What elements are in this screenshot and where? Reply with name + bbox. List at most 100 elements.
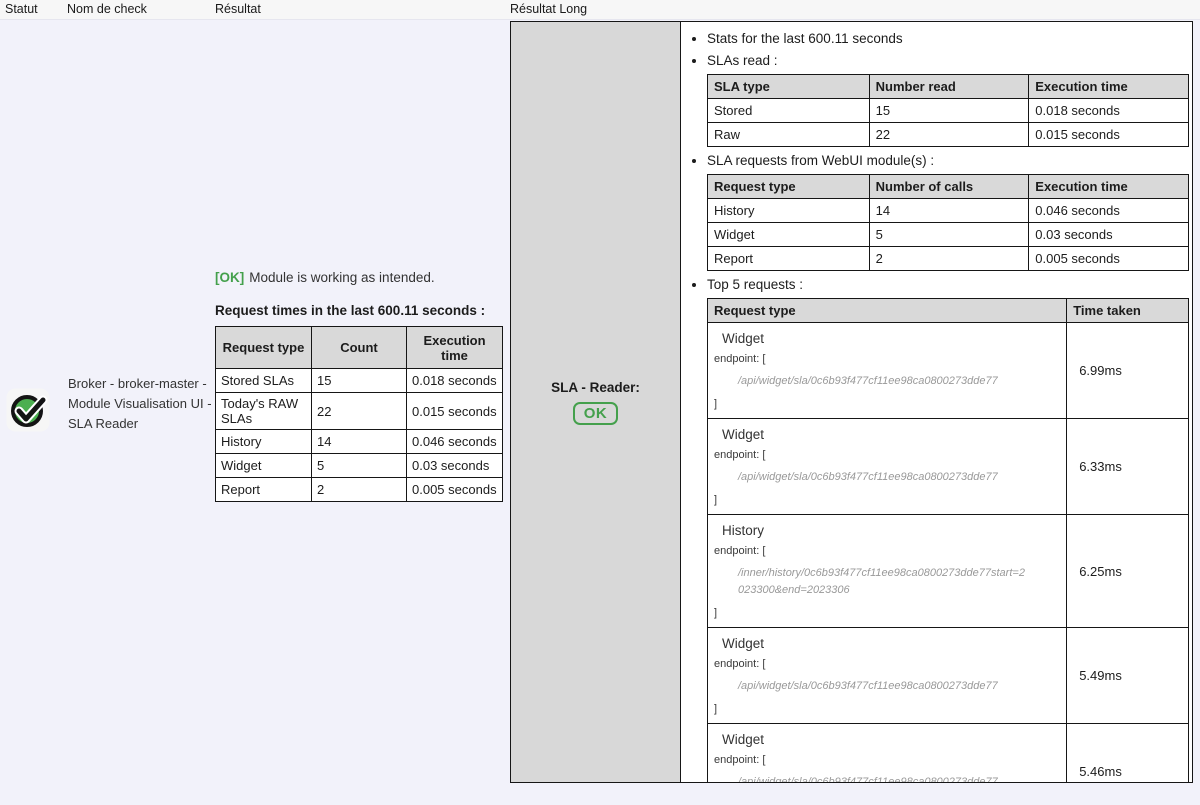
- time-taken-cell: 5.49ms: [1067, 628, 1189, 724]
- result-long-column: SLA - Reader: OK Stats for the last 600.…: [510, 21, 1193, 783]
- table-cell: 2: [312, 478, 407, 502]
- endpoint-path: /api/widget/sla/0c6b93f477cf11ee98ca0800…: [738, 678, 1030, 695]
- endpoint-label: endpoint: [: [714, 657, 1066, 671]
- endpoint-path: /inner/history/0c6b93f477cf11ee98ca08002…: [738, 565, 1030, 599]
- endpoint-label: endpoint: [: [714, 544, 1066, 558]
- status-badge: [OK]: [215, 270, 244, 285]
- check-name: Broker - broker-master - Module Visualis…: [68, 374, 214, 434]
- table-header-cell: Request type: [708, 299, 1067, 323]
- table-row: Report 2 0.005 seconds: [216, 478, 503, 502]
- table-cell: History: [708, 199, 870, 223]
- table-cell: 5: [869, 223, 1029, 247]
- table-cell: 2: [869, 247, 1029, 271]
- ok-status-badge: OK: [573, 402, 619, 425]
- table-header-cell: Request type: [216, 327, 312, 369]
- table-cell: 0.005 seconds: [407, 478, 503, 502]
- top5-requests-table: Request type Time taken Widget endpoint:…: [707, 298, 1189, 782]
- table-cell: 14: [312, 430, 407, 454]
- table-cell: Report: [708, 247, 870, 271]
- table-cell: 0.018 seconds: [407, 369, 503, 393]
- endpoint-path: /api/widget/sla/0c6b93f477cf11ee98ca0800…: [738, 774, 1030, 782]
- column-header-statut[interactable]: Statut: [5, 2, 38, 16]
- table-header-cell: Execution time: [1029, 75, 1189, 99]
- table-header-cell: Execution time: [407, 327, 503, 369]
- table-cell: 5: [312, 454, 407, 478]
- request-type: History: [722, 522, 1066, 539]
- table-header-row: SLA type Number read Execution time: [708, 75, 1189, 99]
- table-cell: 0.03 seconds: [1029, 223, 1189, 247]
- table-cell: History: [216, 430, 312, 454]
- column-header-resultat[interactable]: Résultat: [215, 2, 261, 16]
- time-taken-cell: 5.46ms: [1067, 724, 1189, 783]
- table-row: Stored 15 0.018 seconds: [708, 99, 1189, 123]
- endpoint-label: endpoint: [: [714, 753, 1066, 767]
- table-cell: Stored: [708, 99, 870, 123]
- table-row: Stored SLAs 15 0.018 seconds: [216, 369, 503, 393]
- table-header-row: Request type Time taken: [708, 299, 1189, 323]
- endpoint-path: /api/widget/sla/0c6b93f477cf11ee98ca0800…: [738, 469, 1030, 486]
- endpoint-label: endpoint: [: [714, 352, 1066, 366]
- endpoint-path: /api/widget/sla/0c6b93f477cf11ee98ca0800…: [738, 373, 1030, 390]
- endpoint-bracket-close: ]: [714, 397, 1066, 411]
- table-cell: 15: [312, 369, 407, 393]
- table-row: Report 2 0.005 seconds: [708, 247, 1189, 271]
- request-cell: Widget endpoint: [ /api/widget/sla/0c6b9…: [708, 323, 1067, 419]
- result-column: [OK]Module is working as intended. Reque…: [215, 270, 507, 502]
- result-summary: [OK]Module is working as intended.: [215, 270, 507, 285]
- table-header-row: Request type Count Execution time: [216, 327, 503, 369]
- top5-label: Top 5 requests :: [707, 277, 803, 292]
- monitoring-check-page: Statut Nom de check Résultat Résultat Lo…: [0, 0, 1200, 805]
- endpoint-label: endpoint: [: [714, 448, 1066, 462]
- list-item: Stats for the last 600.11 seconds: [707, 29, 1190, 48]
- sla-reader-title: SLA - Reader:: [551, 380, 640, 395]
- table-row: History endpoint: [ /inner/history/0c6b9…: [708, 515, 1189, 628]
- table-row: Widget endpoint: [ /api/widget/sla/0c6b9…: [708, 419, 1189, 515]
- table-cell: 0.03 seconds: [407, 454, 503, 478]
- table-cell: Raw: [708, 123, 870, 147]
- column-header-resultat-long[interactable]: Résultat Long: [510, 2, 587, 16]
- result-long-list: Stats for the last 600.11 seconds SLAs r…: [681, 29, 1190, 782]
- table-cell: 15: [869, 99, 1029, 123]
- result-long-content: Stats for the last 600.11 seconds SLAs r…: [681, 22, 1192, 782]
- table-row: History 14 0.046 seconds: [216, 430, 503, 454]
- table-cell: Widget: [708, 223, 870, 247]
- table-cell: 0.018 seconds: [1029, 99, 1189, 123]
- table-header-cell: SLA type: [708, 75, 870, 99]
- table-header-row: Request type Number of calls Execution t…: [708, 175, 1189, 199]
- webui-requests-label: SLA requests from WebUI module(s) :: [707, 153, 934, 168]
- table-row: Raw 22 0.015 seconds: [708, 123, 1189, 147]
- table-cell: Stored SLAs: [216, 369, 312, 393]
- table-cell: 22: [869, 123, 1029, 147]
- table-cell: 0.015 seconds: [407, 393, 503, 430]
- table-header-cell: Number read: [869, 75, 1029, 99]
- table-cell: 0.046 seconds: [407, 430, 503, 454]
- table-cell: 0.015 seconds: [1029, 123, 1189, 147]
- request-type: Widget: [722, 426, 1066, 443]
- request-cell: Widget endpoint: [ /api/widget/sla/0c6b9…: [708, 419, 1067, 515]
- table-cell: 0.005 seconds: [1029, 247, 1189, 271]
- request-times-table: Request type Count Execution time Stored…: [215, 326, 503, 502]
- request-type: Widget: [722, 330, 1066, 347]
- list-item: Top 5 requests : Request type Time taken: [707, 275, 1190, 782]
- time-taken-cell: 6.33ms: [1067, 419, 1189, 515]
- request-times-title: Request times in the last 600.11 seconds…: [215, 303, 507, 318]
- endpoint-bracket-close: ]: [714, 493, 1066, 507]
- stats-line: Stats for the last 600.11 seconds: [707, 31, 903, 46]
- time-taken-cell: 6.25ms: [1067, 515, 1189, 628]
- time-taken-cell: 6.99ms: [1067, 323, 1189, 419]
- table-header-cell: Count: [312, 327, 407, 369]
- status-cell: [6, 388, 50, 432]
- table-cell: 22: [312, 393, 407, 430]
- list-item: SLA requests from WebUI module(s) : Requ…: [707, 151, 1190, 271]
- sla-reader-panel: SLA - Reader: OK: [511, 22, 681, 782]
- ok-check-icon: [6, 419, 50, 436]
- table-cell: 0.046 seconds: [1029, 199, 1189, 223]
- column-header-nom-de-check[interactable]: Nom de check: [67, 2, 147, 16]
- table-row: Widget 5 0.03 seconds: [708, 223, 1189, 247]
- endpoint-bracket-close: ]: [714, 702, 1066, 716]
- slas-read-label: SLAs read :: [707, 53, 778, 68]
- table-header-cell: Execution time: [1029, 175, 1189, 199]
- table-cell: Report: [216, 478, 312, 502]
- list-item: SLAs read : SLA type Number read Executi…: [707, 51, 1190, 147]
- request-cell: Widget endpoint: [ /api/widget/sla/0c6b9…: [708, 628, 1067, 724]
